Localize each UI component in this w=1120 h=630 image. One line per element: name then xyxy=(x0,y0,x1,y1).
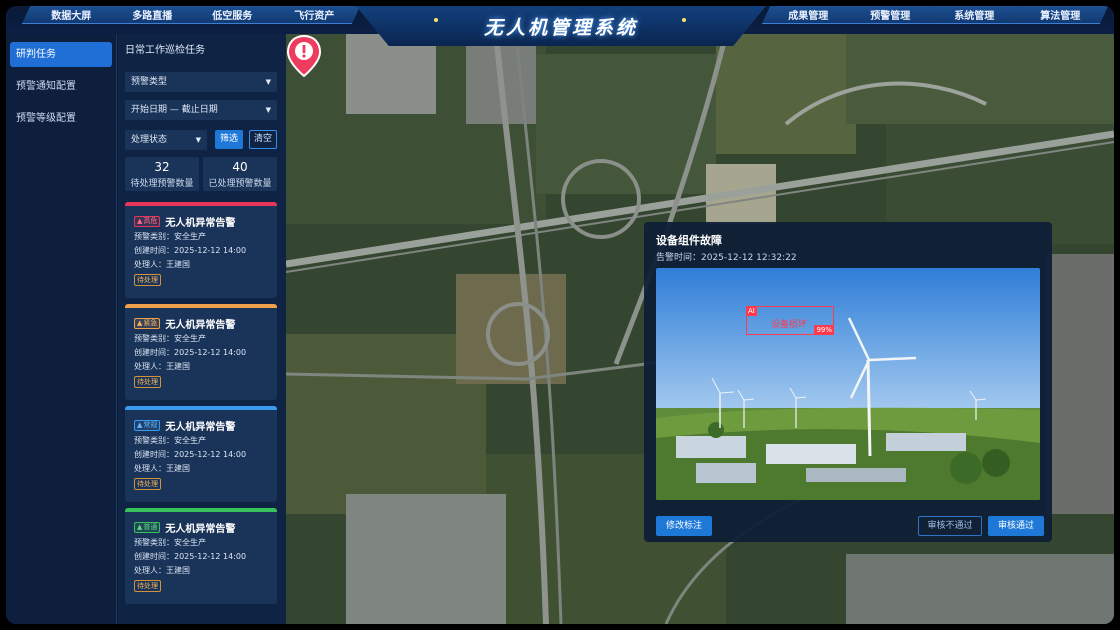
card-category: 预警类别：安全生产 xyxy=(134,538,206,547)
card-handler: 处理人：王建国 xyxy=(134,464,190,473)
app-window: 数据大屏 多路直播 低空服务 飞行资产 成果管理 预警管理 系统管理 算法管理 … xyxy=(6,6,1114,624)
alert-type-select[interactable]: 预警类型 ▼ xyxy=(125,72,277,92)
sidebar-item-alert-level-config[interactable]: 预警等级配置 xyxy=(10,106,112,131)
status-badge: 待处理 xyxy=(134,580,161,592)
title-banner: 无人机管理系统 xyxy=(356,6,766,46)
nav-tab-lowalt[interactable]: 低空服务 xyxy=(185,6,279,24)
level-tag: ▲ 紧急 xyxy=(134,318,161,329)
title-dot-left xyxy=(434,18,438,22)
processed-label: 已处理预警数量 xyxy=(208,179,272,189)
wind-farm-photo xyxy=(656,268,1040,500)
warning-triangle-icon: ▲ xyxy=(137,523,143,531)
alert-time: 告警时间：2025-12-12 12:32:22 xyxy=(656,253,797,263)
nav-tab-system[interactable]: 系统管理 xyxy=(927,6,1021,24)
pending-count: 32 xyxy=(154,160,170,174)
app-title: 无人机管理系统 xyxy=(483,16,638,39)
task-panel: 日常工作巡检任务 预警类型 ▼ 开始日期 — 截止日期 ▼ 处理状态 ▼ 筛选 … xyxy=(118,34,286,624)
alert-card[interactable]: ▲ 紧急 无人机异常告警 预警类别：安全生产 创建时间：2025-12-12 14… xyxy=(125,304,277,400)
approve-button[interactable]: 审核通过 xyxy=(988,516,1044,536)
alert-pin-icon[interactable] xyxy=(286,34,322,78)
processed-count-stat: 40 已处理预警数量 xyxy=(203,157,277,191)
card-title: 无人机异常告警 xyxy=(165,320,236,331)
pending-count-stat: 32 待处理预警数量 xyxy=(125,157,199,191)
nav-tab-dashboard[interactable]: 数据大屏 xyxy=(21,6,121,24)
chevron-down-icon: ▼ xyxy=(195,136,201,144)
card-title: 无人机异常告警 xyxy=(165,524,236,535)
alert-detail-dialog: 设备组件故障 告警时间：2025-12-12 12:32:22 AI 设备损坏 … xyxy=(644,222,1052,542)
card-title: 无人机异常告警 xyxy=(165,422,236,433)
reject-button[interactable]: 审核不通过 xyxy=(918,516,982,536)
clear-button[interactable]: 清空 xyxy=(249,130,277,149)
nav-tab-live[interactable]: 多路直播 xyxy=(105,6,199,24)
level-tag: ▲ 高危 xyxy=(134,216,161,227)
status-badge: 待处理 xyxy=(134,376,161,388)
card-level-bar xyxy=(125,406,277,410)
alert-capture-image: AI 设备损坏 99% xyxy=(656,268,1040,500)
alert-card[interactable]: ▲ 高危 无人机异常告警 预警类别：安全生产 创建时间：2025-12-12 14… xyxy=(125,202,277,298)
sidebar-item-alert-notify-config[interactable]: 预警通知配置 xyxy=(10,74,112,99)
edit-annotation-button[interactable]: 修改标注 xyxy=(656,516,712,536)
card-created: 创建时间：2025-12-12 14:00 xyxy=(134,246,247,255)
status-badge: 待处理 xyxy=(134,478,161,490)
detection-label: 设备损坏 xyxy=(771,320,808,330)
chevron-down-icon: ▼ xyxy=(265,106,271,114)
processed-count: 40 xyxy=(232,160,248,174)
warning-triangle-icon: ▲ xyxy=(137,217,143,225)
card-handler: 处理人：王建国 xyxy=(134,260,190,269)
filter-button[interactable]: 筛选 xyxy=(215,130,243,149)
dialog-title: 设备组件故障 xyxy=(656,234,722,247)
card-created: 创建时间：2025-12-12 14:00 xyxy=(134,552,247,561)
warning-triangle-icon: ▲ xyxy=(137,421,143,429)
sidebar-item-judgment-tasks[interactable]: 研判任务 xyxy=(10,42,112,67)
panel-title: 日常工作巡检任务 xyxy=(125,45,205,56)
chevron-down-icon: ▼ xyxy=(265,78,271,86)
card-created: 创建时间：2025-12-12 14:00 xyxy=(134,348,247,357)
card-title: 无人机异常告警 xyxy=(165,218,236,229)
alert-card[interactable]: ▲ 常规 无人机异常告警 预警类别：安全生产 创建时间：2025-12-12 14… xyxy=(125,406,277,502)
level-tag: ▲ 普通 xyxy=(134,522,161,533)
card-category: 预警类别：安全生产 xyxy=(134,232,206,241)
card-level-bar xyxy=(125,304,277,308)
alert-card[interactable]: ▲ 普通 无人机异常告警 预警类别：安全生产 创建时间：2025-12-12 14… xyxy=(125,508,277,604)
nav-tab-algorithms[interactable]: 算法管理 xyxy=(1011,6,1109,24)
ai-tag: AI xyxy=(746,306,757,316)
card-handler: 处理人：王建国 xyxy=(134,362,190,371)
status-select[interactable]: 处理状态 ▼ xyxy=(125,130,207,150)
date-range-picker[interactable]: 开始日期 — 截止日期 ▼ xyxy=(125,100,277,120)
sidebar: 研判任务 预警通知配置 预警等级配置 xyxy=(6,34,117,624)
card-category: 预警类别：安全生产 xyxy=(134,334,206,343)
warning-triangle-icon: ▲ xyxy=(137,319,143,327)
nav-tab-alerts[interactable]: 预警管理 xyxy=(843,6,937,24)
pending-label: 待处理预警数量 xyxy=(130,179,194,189)
card-level-bar xyxy=(125,202,277,206)
card-created: 创建时间：2025-12-12 14:00 xyxy=(134,450,247,459)
status-badge: 待处理 xyxy=(134,274,161,286)
card-category: 预警类别：安全生产 xyxy=(134,436,206,445)
detection-box[interactable]: AI 设备损坏 99% xyxy=(746,306,834,335)
nav-tab-results[interactable]: 成果管理 xyxy=(761,6,855,24)
card-level-bar xyxy=(125,508,277,512)
title-dot-right xyxy=(682,18,686,22)
detection-confidence: 99% xyxy=(814,325,834,335)
nav-tab-assets[interactable]: 飞行资产 xyxy=(267,6,361,24)
level-tag: ▲ 常规 xyxy=(134,420,161,431)
card-handler: 处理人：王建国 xyxy=(134,566,190,575)
